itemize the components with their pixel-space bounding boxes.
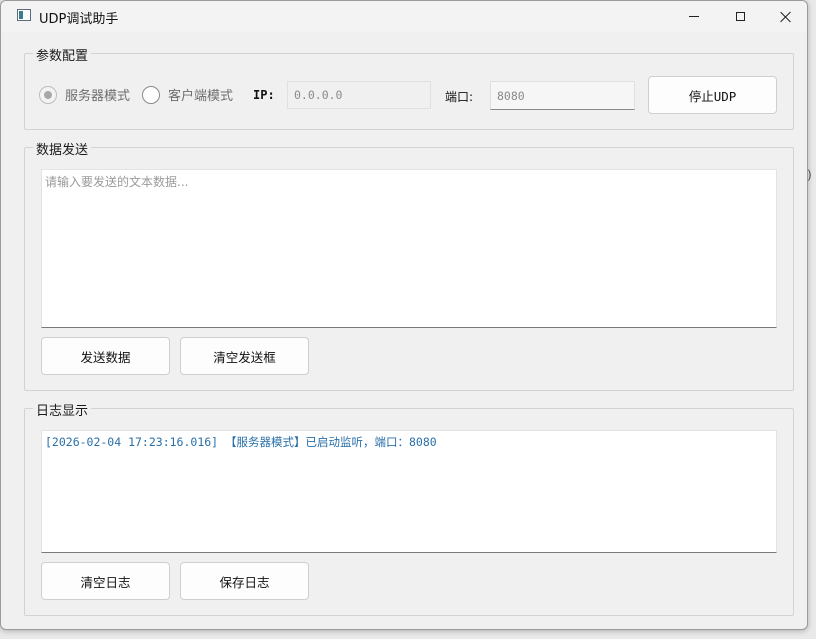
- app-window-icon: [17, 9, 31, 21]
- close-button[interactable]: [763, 1, 807, 32]
- minimize-icon: [689, 16, 699, 17]
- minimize-button[interactable]: [671, 1, 717, 32]
- client-mode-label: 客户端模式: [168, 89, 234, 104]
- port-label: 端口:: [445, 90, 474, 104]
- maximize-button[interactable]: [717, 1, 763, 32]
- stop-udp-button[interactable]: 停止UDP: [648, 76, 777, 114]
- radio-indicator-unchecked: [142, 85, 160, 104]
- save-log-button[interactable]: 保存日志: [180, 562, 309, 600]
- log-line: [2026-02-04 17:23:16.016] 【服务器模式】已启动监听，端…: [45, 435, 437, 449]
- log-textarea[interactable]: [2026-02-04 17:23:16.016] 【服务器模式】已启动监听，端…: [41, 430, 777, 553]
- clear-send-button[interactable]: 清空发送框: [180, 337, 309, 375]
- log-group-title: 日志显示: [33, 400, 92, 419]
- send-placeholder: 请输入要发送的文本数据...: [45, 175, 189, 189]
- send-group-title: 数据发送: [33, 139, 92, 158]
- ip-label: IP:: [253, 88, 275, 102]
- window-title: UDP调试助手: [39, 12, 119, 27]
- send-data-button[interactable]: 发送数据: [41, 337, 170, 375]
- server-mode-label: 服务器模式: [65, 89, 131, 104]
- title-bar[interactable]: UDP调试助手: [1, 1, 807, 32]
- config-group-title: 参数配置: [33, 45, 92, 64]
- port-value: 8080: [497, 88, 525, 103]
- radio-indicator-checked: [39, 85, 57, 104]
- ip-value: 0.0.0.0: [294, 88, 343, 102]
- maximize-icon: [735, 12, 745, 21]
- close-icon: [780, 11, 792, 23]
- clear-log-button[interactable]: 清空日志: [41, 562, 170, 600]
- server-mode-radio[interactable]: 服务器模式: [39, 85, 130, 104]
- ip-input[interactable]: 0.0.0.0: [287, 81, 431, 109]
- client-mode-radio[interactable]: 客户端模式: [142, 85, 233, 104]
- send-textarea[interactable]: 请输入要发送的文本数据...: [41, 169, 777, 328]
- port-input[interactable]: 8080: [490, 81, 635, 110]
- app-window: UDP调试助手 参数配置 服务器模式 客户端模式 IP: 0.0.0.0 端口:…: [0, 0, 808, 630]
